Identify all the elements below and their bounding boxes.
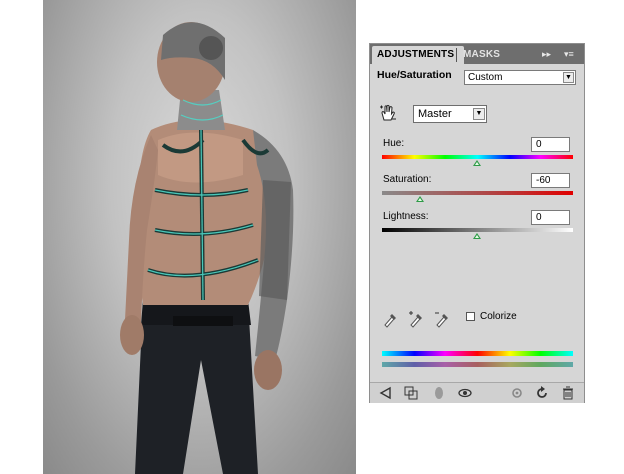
eyedropper-plus-icon[interactable] <box>408 310 424 328</box>
preset-dropdown[interactable]: Custom ▼ <box>464 70 576 85</box>
clip-to-layer-icon[interactable] <box>404 386 418 400</box>
saturation-input[interactable]: -60 <box>531 173 570 188</box>
reset-icon[interactable] <box>535 386 549 400</box>
hue-label: Hue: <box>383 138 405 149</box>
hue-input[interactable]: 0 <box>531 137 570 152</box>
expand-panel-icon[interactable]: ▸▸ <box>542 47 551 61</box>
chevron-down-icon: ▼ <box>563 72 574 83</box>
layer-visibility-toggle-icon[interactable] <box>432 386 446 400</box>
cyborg-figure-image <box>120 22 294 474</box>
hand-icon[interactable] <box>378 103 398 123</box>
panel-tab-bar: ADJUSTMENTS MASKS ▸▸ ▾≡ <box>370 44 584 64</box>
trash-icon[interactable] <box>561 386 575 400</box>
channel-value: Master <box>418 108 452 120</box>
lightness-slider-track[interactable] <box>382 228 573 232</box>
saturation-slider-track[interactable] <box>382 191 573 195</box>
tab-divider <box>456 48 457 62</box>
hue-slider-track[interactable] <box>382 155 573 159</box>
panel-menu-icon[interactable]: ▾≡ <box>564 47 574 61</box>
panel-footer <box>370 382 584 403</box>
adjustments-panel: ADJUSTMENTS MASKS ▸▸ ▾≡ Hue/Saturation C… <box>369 43 585 403</box>
eye-icon[interactable] <box>458 386 472 400</box>
tab-adjustments[interactable]: ADJUSTMENTS <box>372 46 464 64</box>
tab-masks[interactable]: MASKS <box>458 46 516 64</box>
lightness-label: Lightness: <box>383 211 429 222</box>
photo-canvas <box>43 0 356 474</box>
input-spectrum-bar <box>382 351 573 356</box>
hue-slider-thumb[interactable] <box>473 160 481 166</box>
eyedropper-icon[interactable] <box>382 310 398 328</box>
eyedropper-minus-icon[interactable] <box>434 310 450 328</box>
channel-dropdown[interactable]: Master ▼ <box>413 105 487 123</box>
preset-value: Custom <box>468 72 503 83</box>
back-arrow-icon[interactable] <box>378 386 392 400</box>
colorize-label: Colorize <box>480 311 517 322</box>
view-previous-state-icon[interactable] <box>510 386 524 400</box>
saturation-slider-thumb[interactable] <box>416 196 424 202</box>
colorize-checkbox[interactable] <box>466 312 475 321</box>
adjustment-title: Hue/Saturation <box>377 69 452 81</box>
lightness-input[interactable]: 0 <box>531 210 570 225</box>
chevron-down-icon: ▼ <box>473 108 485 120</box>
saturation-label: Saturation: <box>383 174 432 185</box>
lightness-slider-thumb[interactable] <box>473 233 481 239</box>
output-spectrum-bar <box>382 362 573 367</box>
